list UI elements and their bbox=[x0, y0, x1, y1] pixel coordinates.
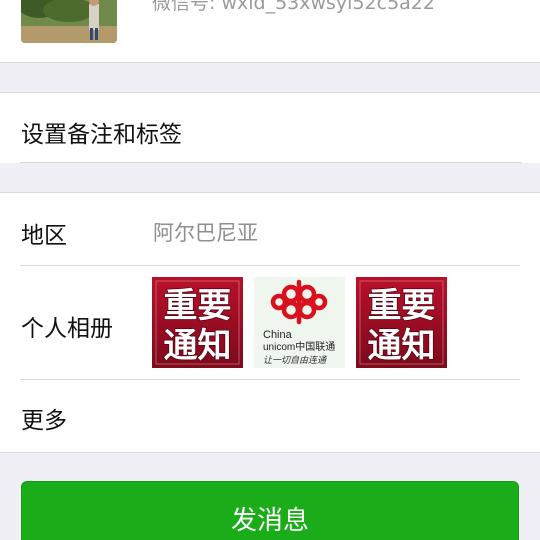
album-photo[interactable]: 重要 通知 bbox=[356, 277, 447, 368]
divider bbox=[20, 379, 520, 380]
info-group: 地区 阿尔巴尼亚 个人相册 重要 通知 China unicom中国联通 让一切… bbox=[0, 192, 540, 453]
notice-line-2: 通知 bbox=[164, 326, 232, 366]
wechat-id: 微信号: wxid_53xwsyl52c5a22 bbox=[152, 0, 435, 14]
avatar[interactable] bbox=[21, 0, 117, 43]
china-unicom-image: China unicom中国联通 让一切自由连通 bbox=[254, 277, 345, 368]
important-notice-image: 重要 通知 bbox=[152, 277, 243, 368]
send-message-button[interactable]: 发消息 bbox=[21, 481, 519, 540]
important-notice-image: 重要 通知 bbox=[356, 277, 447, 368]
brand-china: China bbox=[263, 329, 293, 341]
notice-line-1: 重要 bbox=[368, 286, 436, 326]
more-label: 更多 bbox=[21, 408, 67, 434]
notice-line-1: 重要 bbox=[164, 286, 232, 326]
profile-header: 微信号: wxid_53xwsyl52c5a22 bbox=[0, 0, 540, 63]
set-remark-and-tags-row[interactable]: 设置备注和标签 bbox=[0, 92, 540, 163]
region-value: 阿尔巴尼亚 bbox=[153, 221, 258, 245]
album-photo[interactable]: 重要 通知 bbox=[152, 277, 243, 368]
personal-album-label: 个人相册 bbox=[21, 316, 113, 342]
contact-profile-page: 微信号: wxid_53xwsyl52c5a22 设置备注和标签 地区 阿尔巴尼… bbox=[0, 0, 540, 540]
avatar-photo bbox=[21, 0, 117, 43]
divider bbox=[20, 162, 522, 163]
album-photo[interactable]: China unicom中国联通 让一切自由连通 bbox=[254, 277, 345, 368]
divider bbox=[20, 265, 520, 266]
brand-unicom: unicom中国联通 bbox=[263, 340, 335, 353]
brand-slogan: 让一切自由连通 bbox=[263, 355, 327, 366]
region-label: 地区 bbox=[21, 223, 67, 249]
notice-line-2: 通知 bbox=[368, 326, 436, 366]
send-message-label: 发消息 bbox=[230, 506, 309, 536]
set-remark-label: 设置备注和标签 bbox=[21, 122, 182, 148]
